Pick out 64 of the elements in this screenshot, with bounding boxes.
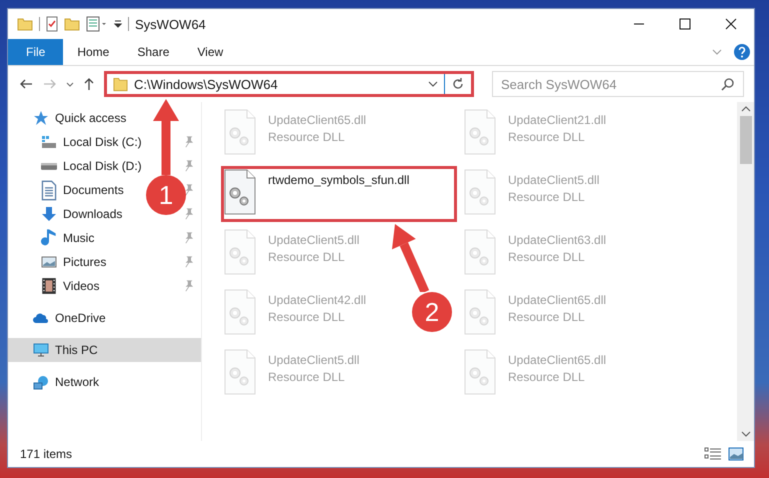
sidebar-item[interactable]: Downloads [8,202,128,226]
file-type: Resource DLL [508,370,586,384]
file-type: Resource DLL [268,250,346,264]
sidebar-item[interactable]: Network [8,370,106,394]
details-view-icon[interactable] [704,447,722,460]
window-title: SysWOW64 [135,16,206,32]
sidebar-item[interactable]: Pictures [8,250,112,274]
film-strip-icon [41,277,57,295]
item-count: 171 items [20,447,72,461]
maximize-icon [679,18,691,30]
picture-icon [41,256,57,268]
dropdown-icon[interactable] [114,20,122,28]
chevron-down-icon[interactable] [66,82,74,86]
file-type: Resource DLL [508,130,586,144]
help-icon[interactable] [734,44,750,60]
drive-icon [41,162,57,170]
sidebar-item[interactable]: OneDrive [8,306,112,330]
file-type: Resource DLL [508,310,586,324]
scroll-up-icon[interactable] [740,106,750,112]
ribbon-tab[interactable]: View [183,39,238,65]
file-type: Resource DLL [268,370,346,384]
folder-icon[interactable] [17,18,33,30]
ribbon-tab[interactable]: Share [123,39,184,65]
dll-file-icon[interactable] [224,169,256,215]
sidebar-item[interactable]: Music [8,226,100,250]
cloud-icon [33,313,49,323]
star-icon [33,110,49,126]
refresh-icon[interactable] [451,77,465,91]
back-arrow-icon[interactable] [20,79,33,89]
ribbon-tab[interactable]: Home [63,39,124,65]
scrollbar[interactable] [737,102,754,441]
sidebar-item[interactable]: Local Disk (D:) [8,154,148,178]
chevron-down-icon[interactable] [428,81,438,87]
large-icons-view-icon[interactable] [728,447,744,461]
sidebar-item[interactable]: This PC [8,338,201,362]
close-icon [725,18,737,30]
ribbon-tab[interactable]: File [8,39,64,65]
folder-icon [113,76,128,92]
properties-icon[interactable] [86,16,108,32]
file-name[interactable]: rtwdemo_symbols_sfun.dll [268,173,410,187]
drive-icon [41,135,57,149]
scrollbar-thumb[interactable] [740,116,752,164]
sidebar-item[interactable]: Documents [8,178,130,202]
sidebar-item[interactable]: Videos [8,274,106,298]
monitor-icon [33,343,49,357]
file-type: Resource DLL [508,250,586,264]
music-note-icon [41,228,57,248]
search-icon [721,78,735,91]
file-item[interactable]: rtwdemo_symbols_sfun.dll [221,166,457,222]
folder-icon[interactable] [64,18,80,30]
search-field[interactable]: Search SysWOW64 [492,71,744,97]
network-icon [33,374,49,390]
file-type: Resource DLL [508,190,586,204]
sidebar-item[interactable]: Quick access [8,106,132,130]
up-arrow-icon[interactable] [84,78,94,90]
document-icon [41,180,57,200]
address-bar[interactable]: C:\Windows\SysWOW64 [104,71,474,97]
checkmark-document-icon[interactable] [46,16,58,32]
file-type: Resource DLL [268,310,346,324]
file-type: Resource DLL [268,130,346,144]
sidebar-item[interactable]: Local Disk (C:) [8,130,148,154]
scroll-down-icon[interactable] [740,431,750,437]
minimize-icon [633,23,645,25]
download-arrow-icon [41,206,57,222]
